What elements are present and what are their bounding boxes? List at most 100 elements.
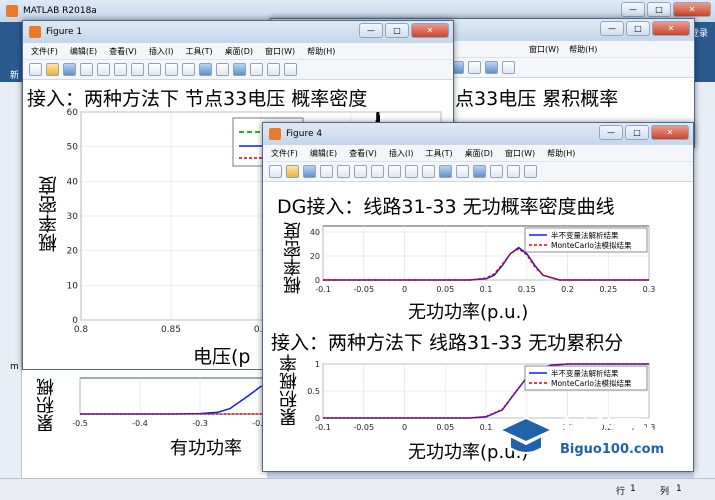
figure1-xlabel: 电压(p — [193, 346, 251, 368]
fig4-legend-label-analytic: 半不变量法解析结果 — [551, 368, 619, 378]
fig4-cdf-xtick-label: 0.1 — [480, 423, 493, 432]
fig4-pdf-xtick-label: 0.2 — [561, 285, 574, 294]
figure1-close-button[interactable]: ✕ — [411, 23, 449, 38]
figure1-title: Figure 1 — [46, 27, 83, 37]
new-figure-icon[interactable] — [29, 63, 42, 76]
figure-icon — [29, 26, 41, 38]
fig4-pdf-xtick-label: -0.05 — [353, 285, 374, 294]
f4-menu-tools[interactable]: 工具(T) — [425, 148, 452, 159]
menu-window[interactable]: 窗口(W) — [265, 46, 295, 57]
f4-menu-help[interactable]: 帮助(H) — [547, 148, 575, 159]
brush-icon[interactable] — [199, 63, 212, 76]
figure1-minimize-button[interactable]: — — [359, 23, 383, 38]
fig4-pdf-ytick-label: 20 — [310, 252, 320, 261]
fig4-pdf-xtick-label: -0.1 — [315, 285, 331, 294]
figure4-icon — [269, 128, 281, 140]
pan-icon[interactable] — [148, 63, 161, 76]
f4-hide-plot-tools-icon[interactable] — [507, 165, 520, 178]
f4-link-plot-icon[interactable] — [456, 165, 469, 178]
rotate-icon[interactable] — [165, 63, 178, 76]
f4-rotate-icon[interactable] — [405, 165, 418, 178]
fig4-pdf-xtick-label: 0.1 — [480, 285, 493, 294]
figure4-maximize-button[interactable]: □ — [625, 125, 649, 140]
pointer-icon[interactable] — [97, 63, 110, 76]
f4-show-plot-tools-icon[interactable] — [524, 165, 537, 178]
figure4-menu-bar: 文件(F) 编辑(E) 查看(V) 插入(I) 工具(T) 桌面(D) 窗口(W… — [263, 145, 693, 162]
back-legend-icon[interactable] — [502, 61, 515, 74]
side-letter-m: m — [10, 362, 19, 372]
minimize-button[interactable]: — — [621, 2, 645, 17]
back-maximize-button[interactable]: □ — [626, 21, 650, 36]
figure1-maximize-button[interactable]: □ — [385, 23, 409, 38]
hide-plot-tools-icon[interactable] — [267, 63, 280, 76]
watermark-url: Biguo100.com — [560, 442, 665, 457]
matlab-title: MATLAB R2018a — [23, 6, 97, 16]
back-print-icon[interactable] — [468, 61, 481, 74]
f4-menu-window[interactable]: 窗口(W) — [505, 148, 535, 159]
back-close-button[interactable]: ✕ — [652, 21, 690, 36]
maximize-button[interactable]: □ — [647, 2, 671, 17]
fig4a-axes: -0.1 -0.05 0 0.05 0.1 0.15 0.2 0.25 0.3 0 20 40 半不变量… — [310, 225, 656, 294]
f4-menu-desktop[interactable]: 桌面(D) — [465, 148, 493, 159]
print-icon[interactable] — [80, 63, 93, 76]
f4-legend-icon[interactable] — [490, 165, 503, 178]
close-button[interactable]: ✕ — [673, 2, 711, 17]
menu-file[interactable]: 文件(F) — [31, 46, 58, 57]
fig4-cdf-ytick-label: 1 — [315, 360, 320, 369]
back-menu-help[interactable]: 帮助(H) — [569, 44, 597, 55]
f4-zoom-in-icon[interactable] — [354, 165, 367, 178]
figure4-window-controls: — □ ✕ — [599, 125, 689, 140]
fig4-pdf-xtick-label: 0.3 — [643, 285, 656, 294]
fig4-pdf-ytick-label: 0 — [315, 276, 320, 285]
legend-icon[interactable] — [250, 63, 263, 76]
colorbar-icon[interactable] — [233, 63, 246, 76]
f4-open-folder-icon[interactable] — [286, 165, 299, 178]
show-plot-tools-icon[interactable] — [284, 63, 297, 76]
f4-menu-view[interactable]: 查看(V) — [349, 148, 377, 159]
f4-menu-edit[interactable]: 编辑(E) — [310, 148, 337, 159]
fig1-pdf-ytick-label: 50 — [67, 143, 79, 153]
f4-pan-icon[interactable] — [388, 165, 401, 178]
fig4-cdf-xtick-label: 0.05 — [436, 423, 454, 432]
f4-save-icon[interactable] — [303, 165, 316, 178]
menu-help[interactable]: 帮助(H) — [307, 46, 335, 57]
f4-menu-file[interactable]: 文件(F) — [271, 148, 298, 159]
f4-colorbar-icon[interactable] — [473, 165, 486, 178]
graduation-cap-icon — [498, 416, 554, 454]
fig1-pdf-ytick-label: 0 — [72, 316, 78, 326]
zoom-out-icon[interactable] — [131, 63, 144, 76]
left-panel — [0, 82, 22, 478]
link-plot-icon[interactable] — [216, 63, 229, 76]
menu-edit[interactable]: 编辑(E) — [70, 46, 97, 57]
menu-insert[interactable]: 插入(I) — [149, 46, 174, 57]
f4-zoom-out-icon[interactable] — [371, 165, 384, 178]
f4-print-icon[interactable] — [320, 165, 333, 178]
menu-view[interactable]: 查看(V) — [109, 46, 137, 57]
zoom-in-icon[interactable] — [114, 63, 127, 76]
open-folder-icon[interactable] — [46, 63, 59, 76]
fig4-pdf-ytick-label: 40 — [310, 228, 320, 237]
data-cursor-icon[interactable] — [182, 63, 195, 76]
fig4-legend-label-montecarlo: MonteCarlo法模拟结果 — [551, 378, 632, 388]
f4-menu-insert[interactable]: 插入(I) — [389, 148, 414, 159]
fig4-pdf-xtick-label: 0.25 — [599, 285, 617, 294]
side-letter-new: 新 — [10, 71, 20, 81]
f4-new-figure-icon[interactable] — [269, 165, 282, 178]
f4-pointer-icon[interactable] — [337, 165, 350, 178]
figure4-toolbar — [263, 162, 693, 182]
f4-data-cursor-icon[interactable] — [422, 165, 435, 178]
back-minimize-button[interactable]: — — [600, 21, 624, 36]
back-menu-window[interactable]: 窗口(W) — [529, 44, 559, 55]
figure4-minimize-button[interactable]: — — [599, 125, 623, 140]
menu-tools[interactable]: 工具(T) — [185, 46, 212, 57]
f4-brush-icon[interactable] — [439, 165, 452, 178]
fig4-cdf-xtick-label: -0.1 — [315, 423, 331, 432]
figure4-close-button[interactable]: ✕ — [651, 125, 689, 140]
matlab-window-controls: — □ ✕ — [621, 2, 711, 17]
menu-desktop[interactable]: 桌面(D) — [225, 46, 253, 57]
figure1-cdf-chart: -0.5-0.4-0.3-0.2-0.100.1 — [72, 377, 267, 428]
status-bar: 行 1 列 1 — [0, 478, 715, 500]
back-colorbar-icon[interactable] — [485, 61, 498, 74]
save-icon[interactable] — [63, 63, 76, 76]
fig4-pdf-xtick-label: 0.05 — [436, 285, 454, 294]
